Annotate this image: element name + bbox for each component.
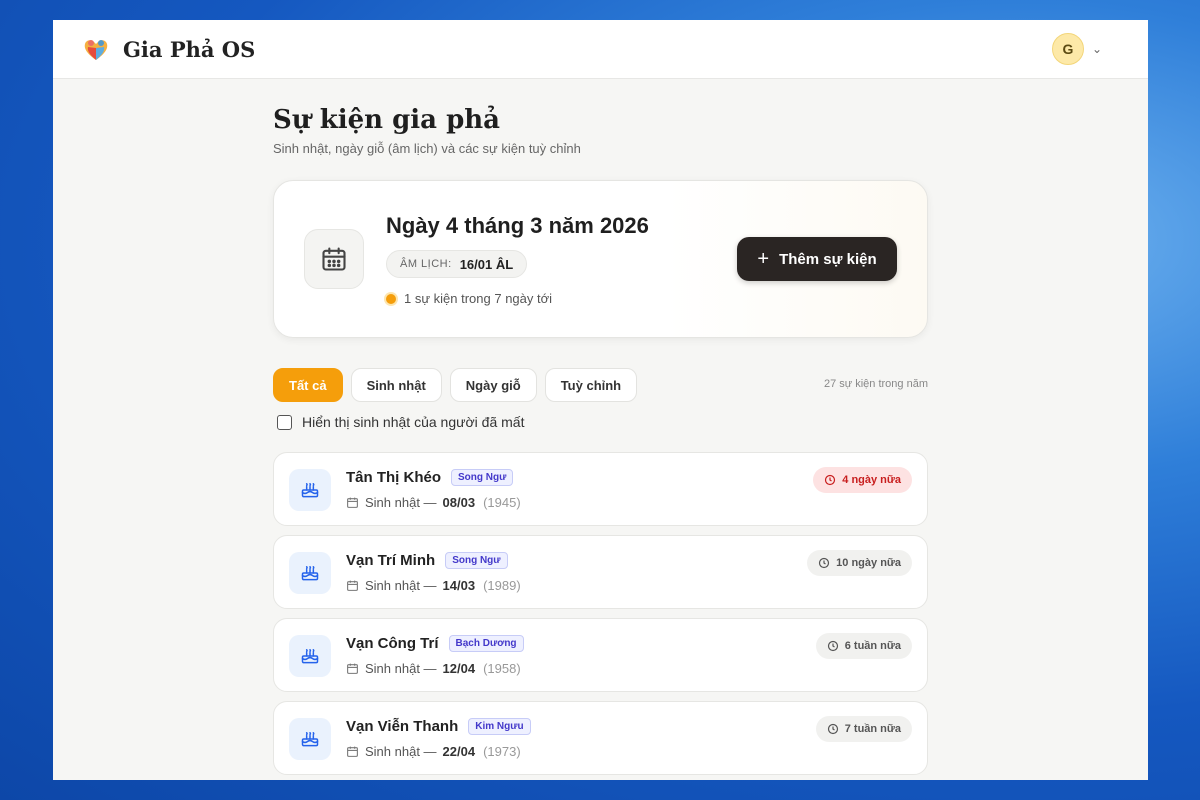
tab-birthday[interactable]: Sinh nhật <box>350 368 442 402</box>
calendar-small-icon <box>347 580 358 591</box>
calendar-small-icon <box>347 663 358 674</box>
tab-custom[interactable]: Tuỳ chỉnh <box>544 368 638 402</box>
event-name-row: Vạn Viễn Thanh Kim Ngưu <box>346 718 531 735</box>
lunar-label: ÂM LỊCH: <box>400 258 452 270</box>
event-name-row: Tân Thị Khéo Song Ngư <box>346 469 514 486</box>
birthday-cake-icon <box>289 552 331 594</box>
event-name-row: Vạn Trí Minh Song Ngư <box>346 552 508 569</box>
page-subtitle: Sinh nhật, ngày giỗ (âm lịch) và các sự … <box>273 141 581 156</box>
countdown-badge: 6 tuần nữa <box>815 633 912 659</box>
event-date: 12/04 <box>442 661 476 676</box>
countdown-text: 4 ngày nữa <box>842 474 901 486</box>
avatar[interactable]: G <box>1051 33 1084 65</box>
clock-icon <box>827 723 838 735</box>
clock-icon <box>827 640 838 652</box>
birthday-cake-icon <box>289 718 331 760</box>
today-card: Ngày 4 tháng 3 năm 2026 ÂM LỊCH: 16/01 Â… <box>273 180 928 338</box>
event-card[interactable]: Vạn Công Trí Bạch Dương Sinh nhật — 12/0… <box>273 618 928 692</box>
lunar-date-pill: ÂM LỊCH: 16/01 ÂL <box>386 250 528 278</box>
birthday-cake-icon <box>289 469 331 511</box>
person-name: Tân Thị Khéo <box>346 469 441 486</box>
countdown-badge: 4 ngày nữa <box>813 467 912 493</box>
upcoming-text: 1 sự kiện trong 7 ngày tới <box>404 291 553 306</box>
event-type: Sinh nhật — <box>365 661 437 676</box>
countdown-text: 7 tuần nữa <box>844 723 901 735</box>
show-deceased-label[interactable]: Hiển thị sinh nhật của người đã mất <box>302 414 524 430</box>
tab-all[interactable]: Tất cả <box>273 368 343 402</box>
clock-icon <box>819 557 830 569</box>
page-title: Sự kiện gia phả <box>273 105 501 135</box>
person-name: Vạn Viễn Thanh <box>346 718 459 735</box>
family-tree-logo-icon[interactable] <box>81 34 111 64</box>
add-event-button[interactable]: + Thêm sự kiện <box>737 237 897 281</box>
countdown-text: 6 tuần nữa <box>844 640 901 652</box>
status-dot-icon <box>386 293 396 304</box>
calendar-icon <box>304 229 364 289</box>
event-count: 27 sự kiện trong năm <box>824 378 928 390</box>
event-card[interactable]: Vạn Trí Minh Song Ngư Sinh nhật — 14/03 … <box>273 535 928 609</box>
filter-tabs: Tất cả Sinh nhật Ngày giỗ Tuỳ chỉnh <box>273 368 638 402</box>
clock-icon <box>825 474 836 486</box>
zodiac-badge: Bạch Dương <box>448 635 524 652</box>
event-type: Sinh nhật — <box>365 744 437 759</box>
show-deceased-checkbox[interactable] <box>277 414 292 430</box>
event-card[interactable]: Vạn Viễn Thanh Kim Ngưu Sinh nhật — 22/0… <box>273 701 928 775</box>
event-year: (1973) <box>483 744 521 759</box>
person-name: Vạn Công Trí <box>346 635 439 652</box>
add-event-label: Thêm sự kiện <box>779 250 877 268</box>
zodiac-badge: Song Ngư <box>445 552 508 569</box>
event-card[interactable]: Tân Thị Khéo Song Ngư Sinh nhật — 08/03 … <box>273 452 928 526</box>
user-menu[interactable]: G ⌄ <box>1051 33 1102 65</box>
person-name: Vạn Trí Minh <box>346 552 436 569</box>
event-type: Sinh nhật — <box>365 578 437 593</box>
event-year: (1989) <box>483 578 521 593</box>
countdown-badge: 10 ngày nữa <box>807 550 912 576</box>
zodiac-badge: Kim Ngưu <box>468 718 531 735</box>
upcoming-summary: 1 sự kiện trong 7 ngày tới <box>386 291 552 306</box>
event-meta: Sinh nhật — 14/03 (1989) <box>346 578 521 593</box>
zodiac-badge: Song Ngư <box>451 469 514 486</box>
tab-death-anniversary[interactable]: Ngày giỗ <box>449 368 537 402</box>
event-meta: Sinh nhật — 08/03 (1945) <box>346 495 521 510</box>
event-date: 14/03 <box>442 578 476 593</box>
app-window: Gia Phả OS G ⌄ Sự kiện gia phả Sinh nhật… <box>53 20 1148 780</box>
birthday-cake-icon <box>289 635 331 677</box>
calendar-small-icon <box>347 746 358 757</box>
event-date: 08/03 <box>442 495 476 510</box>
show-deceased-toggle[interactable]: Hiển thị sinh nhật của người đã mất <box>277 414 524 430</box>
top-bar: Gia Phả OS G ⌄ <box>53 20 1148 79</box>
today-date: Ngày 4 tháng 3 năm 2026 <box>386 213 649 238</box>
calendar-small-icon <box>347 497 358 508</box>
lunar-value: 16/01 ÂL <box>459 256 514 272</box>
chevron-down-icon[interactable]: ⌄ <box>1092 42 1102 56</box>
event-type: Sinh nhật — <box>365 495 437 510</box>
event-year: (1945) <box>483 495 521 510</box>
event-meta: Sinh nhật — 12/04 (1958) <box>346 661 521 676</box>
plus-icon: + <box>757 248 770 270</box>
countdown-badge: 7 tuần nữa <box>815 716 912 742</box>
event-meta: Sinh nhật — 22/04 (1973) <box>346 744 521 759</box>
app-brand[interactable]: Gia Phả OS <box>123 37 255 62</box>
event-name-row: Vạn Công Trí Bạch Dương <box>346 635 524 652</box>
countdown-text: 10 ngày nữa <box>836 557 901 569</box>
event-year: (1958) <box>483 661 521 676</box>
event-date: 22/04 <box>442 744 476 759</box>
